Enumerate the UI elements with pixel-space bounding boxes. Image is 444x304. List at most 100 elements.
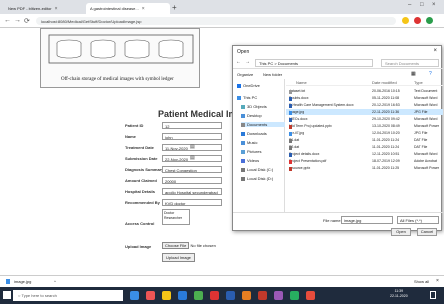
address-bar: ← → ⟳ localhost:8080/Medical/GetStuff/Do… <box>0 14 444 28</box>
patient-id-field[interactable]: 12 <box>162 122 222 129</box>
sidebar-item-local-disk-c[interactable]: Local Disk (C:) <box>241 167 273 172</box>
clock[interactable]: 11:39 22-11-2020 <box>390 289 408 299</box>
close-icon[interactable]: × <box>433 48 437 54</box>
file-row[interactable]: P2.dat 11-01-2020 11:24 DAT File <box>286 144 443 150</box>
star-icon[interactable] <box>402 17 409 24</box>
file-row[interactable]: Mid Term Proj updated.pptx 13-10-2020 08:… <box>286 123 443 129</box>
column-date[interactable]: Date modified <box>372 80 397 85</box>
word-icon[interactable] <box>226 291 235 300</box>
sidebar-item-onedrive[interactable]: OneDrive <box>237 83 260 88</box>
file-row[interactable]: resource.pptx 11-01-2020 11:25 Microsoft P… <box>286 165 443 171</box>
file-row[interactable]: NIECs.docx 29-10-2020 09:42 Microsoft Word <box>286 116 443 122</box>
file-list-header: Name Date modified Type <box>286 79 443 86</box>
file-row[interactable]: Doubts.docx 05-11-2020 11:08 Microsoft Wor… <box>286 95 443 101</box>
recommended-field[interactable]: KVD doctor <box>162 199 222 206</box>
file-row[interactable]: P1.dat 11-01-2020 11:24 DAT File <box>286 137 443 143</box>
cancel-button[interactable]: Cancel <box>417 228 437 236</box>
close-icon[interactable]: × <box>436 278 439 284</box>
app-icon[interactable] <box>290 291 299 300</box>
url-field[interactable]: localhost:8080/Medical/GetStuff/Doctor/U… <box>36 17 396 25</box>
show-all-link[interactable]: Show all <box>414 279 429 284</box>
dialog-search-input[interactable]: Search Documents <box>381 59 439 67</box>
chevron-up-icon[interactable]: ^ <box>54 279 56 284</box>
app-icon[interactable] <box>210 291 219 300</box>
file-row[interactable]: Project details.docx 12-11-2020 10:51 Micr… <box>286 151 443 157</box>
name-field[interactable]: john <box>162 133 222 140</box>
upload-image-button[interactable]: Upload Image <box>162 253 195 262</box>
open-button[interactable]: Open <box>391 228 411 236</box>
sidebar-item-documents[interactable]: Documents <box>241 122 285 127</box>
app-icon[interactable] <box>306 291 315 300</box>
download-item[interactable]: image.jpg <box>14 279 31 284</box>
file-date: 22-11-2020 11:36 <box>372 110 400 114</box>
file-date: 20-12-2019 16:53 <box>372 103 400 107</box>
hospital-field[interactable]: apollo Hospital secunderabad <box>162 188 222 195</box>
view-icon[interactable]: ▦ <box>411 71 416 77</box>
file-row[interactable]: dataset.txt 20-06-2016 10:15 Text Document <box>286 88 443 94</box>
task-view-icon[interactable] <box>130 291 139 300</box>
new-tab-icon[interactable]: + <box>172 3 177 12</box>
sidebar-item-local-disk-d[interactable]: Local Disk (D:) <box>241 176 273 181</box>
windows-start-icon[interactable] <box>3 291 11 299</box>
edge-icon[interactable] <box>178 291 187 300</box>
access-control-select[interactable]: Doctor Researcher <box>162 209 190 225</box>
sidebar-item-desktop[interactable]: Desktop <box>241 113 262 118</box>
reload-icon[interactable]: ⟳ <box>24 17 30 25</box>
tab-label: New PDF - blitzen-editor <box>8 6 52 11</box>
calendar-icon[interactable]: ▤ <box>190 155 195 161</box>
back-icon[interactable]: ← <box>4 17 11 24</box>
file-icon <box>289 90 292 94</box>
file-row[interactable]: image.jpg 22-11-2020 11:36 JPG File <box>286 109 443 115</box>
tab-pdf[interactable]: New PDF - blitzen-editor × <box>4 3 82 14</box>
extension-icon[interactable] <box>414 17 421 24</box>
notification-icon[interactable] <box>430 291 436 299</box>
close-icon[interactable]: × <box>55 6 58 12</box>
file-row[interactable]: ocr-ii7.jpg 12-04-2019 10:20 JPG File <box>286 130 443 136</box>
minimize-icon[interactable]: – <box>408 2 411 8</box>
sidebar-item-videos[interactable]: Videos <box>241 158 259 163</box>
profile-icon[interactable] <box>426 17 433 24</box>
forward-icon[interactable]: → <box>14 17 21 24</box>
file-row[interactable]: E-Health Care Management System.docx 20-1… <box>286 102 443 108</box>
file-type-select[interactable]: All Files (*.*) <box>397 216 439 224</box>
forward-icon[interactable]: → <box>245 59 250 65</box>
dialog-path[interactable]: This PC > Documents <box>255 59 373 67</box>
taskbar-search-input[interactable]: ○ Type here to search <box>13 290 123 301</box>
app-icon[interactable] <box>274 291 283 300</box>
close-icon[interactable]: × <box>142 6 145 12</box>
sidebar-item-downloads[interactable]: Downloads <box>241 131 267 136</box>
tab-active[interactable]: A gastrointestinal disease... × <box>86 3 170 14</box>
column-name[interactable]: Name <box>296 80 307 85</box>
close-window-icon[interactable]: × <box>432 2 436 8</box>
help-icon[interactable]: ? <box>429 71 432 77</box>
diagnosis-field[interactable]: Chest Congestion <box>162 166 222 173</box>
file-icon <box>289 153 292 157</box>
file-picker: Choose File No file chosen <box>162 242 216 249</box>
new-folder-button[interactable]: New folder <box>263 72 282 77</box>
app-icon[interactable] <box>146 291 155 300</box>
sidebar-item-music[interactable]: Music <box>241 140 257 145</box>
organize-button[interactable]: Organize <box>237 72 253 77</box>
column-type[interactable]: Type <box>414 80 423 85</box>
chrome-icon[interactable] <box>194 291 203 300</box>
file-name-input[interactable]: image.jpg <box>341 216 393 224</box>
access-option[interactable]: Researcher <box>164 216 188 221</box>
app-icon[interactable] <box>242 291 251 300</box>
file-row[interactable]: Project Presentation.pdf 18-07-2019 12:09… <box>286 158 443 164</box>
sidebar-item-pictures[interactable]: Pictures <box>241 149 261 154</box>
file-type: DAT File <box>414 145 428 149</box>
sidebar-item-this-pc[interactable]: This PC <box>237 95 257 100</box>
calendar-icon[interactable]: ▤ <box>190 144 195 150</box>
file-type: Microsoft Word <box>414 103 438 107</box>
powerpoint-icon[interactable] <box>258 291 267 300</box>
maximize-icon[interactable]: □ <box>420 2 424 8</box>
image-file-icon <box>6 279 10 284</box>
sidebar-item-3d-objects[interactable]: 3D Objects <box>241 104 267 109</box>
back-icon[interactable]: ← <box>236 59 241 65</box>
file-icon <box>289 132 292 136</box>
amount-field[interactable]: 20000 <box>162 177 222 184</box>
file-explorer-icon[interactable] <box>162 291 171 300</box>
file-icon <box>289 125 292 129</box>
choose-file-button[interactable]: Choose File <box>162 242 190 249</box>
cloud-icon <box>237 83 241 88</box>
